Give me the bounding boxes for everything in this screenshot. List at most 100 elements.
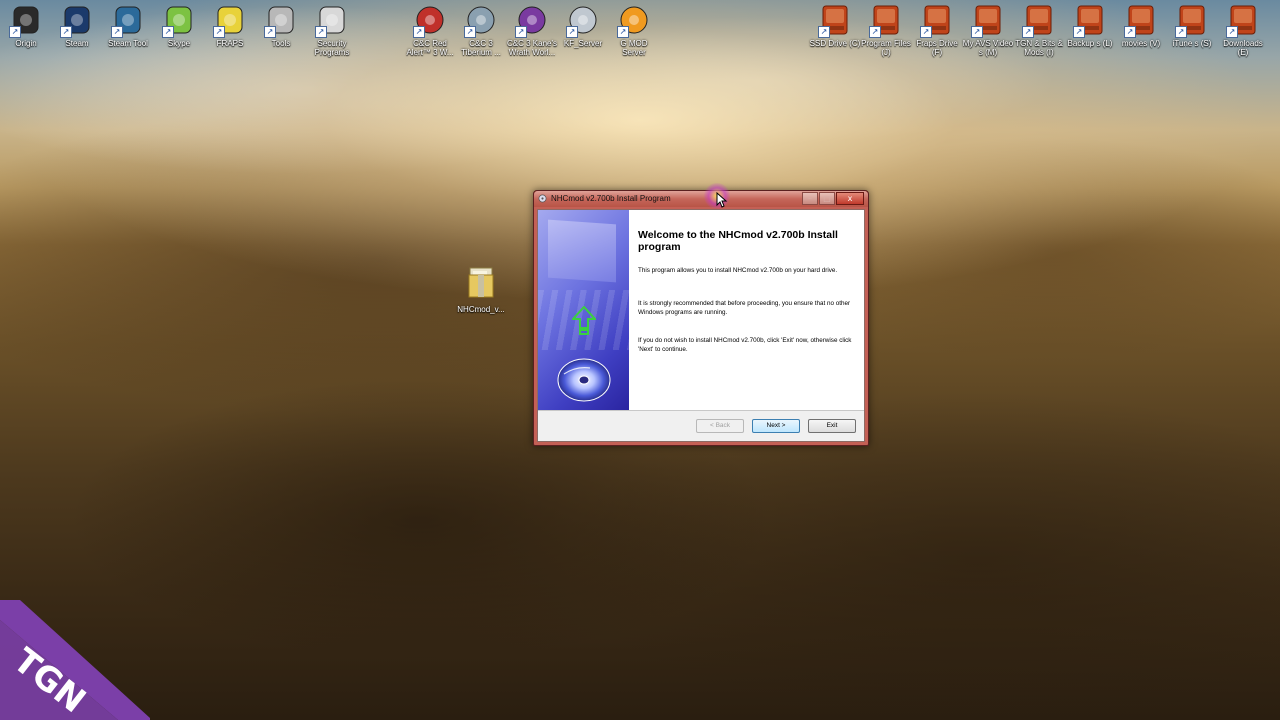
minimize-icon: – xyxy=(808,194,812,203)
desktop-shortcut[interactable]: ↗ G MOD Server xyxy=(608,4,660,57)
close-icon: x xyxy=(847,194,853,203)
desktop-shortcut[interactable]: ↗ SSD Drive (C) xyxy=(809,4,861,48)
desktop-shortcut-label: C&C 3 Kane's Wrath Worl... xyxy=(507,39,557,57)
wizard-side-image xyxy=(538,210,629,410)
desktop-shortcut[interactable]: ↗ KF_Server xyxy=(557,4,609,48)
shortcut-arrow-icon: ↗ xyxy=(464,26,476,38)
shortcut-arrow-icon: ↗ xyxy=(1022,26,1034,38)
shortcut-arrow-icon: ↗ xyxy=(566,26,578,38)
desktop-shortcut-label: My AVS Video s (M) xyxy=(962,39,1014,57)
maximize-icon: □ xyxy=(823,194,831,203)
desktop-shortcut[interactable]: ↗ TGN & Bits & Mods (I) xyxy=(1013,4,1065,57)
shortcut-arrow-icon: ↗ xyxy=(869,26,881,38)
welcome-heading: Welcome to the NHCmod v2.700b Install pr… xyxy=(638,229,838,253)
desktop-shortcut[interactable]: ↗ movies (V) xyxy=(1115,4,1167,48)
desktop-shortcut[interactable]: ↗ Downloads (E) xyxy=(1217,4,1269,57)
desktop-shortcut-label: iTune s (S) xyxy=(1172,39,1212,48)
shortcut-arrow-icon: ↗ xyxy=(1073,26,1085,38)
title-bar[interactable]: NHCmod v2.700b Install Program – □ x xyxy=(534,191,868,207)
lock-icon: ↗ xyxy=(315,4,349,38)
shortcut-arrow-icon: ↗ xyxy=(818,26,830,38)
desktop-shortcut[interactable]: ↗ Backup s (L) xyxy=(1064,4,1116,48)
maximize-button[interactable]: □ xyxy=(819,192,835,205)
server-icon: ↗ xyxy=(566,4,600,38)
shortcut-arrow-icon: ↗ xyxy=(9,26,21,38)
desktop-shortcut-label: Backup s (L) xyxy=(1067,39,1113,48)
desktop-shortcut-label: Downloads (E) xyxy=(1223,39,1263,57)
shortcut-arrow-icon: ↗ xyxy=(162,26,174,38)
desktop-shortcut-label: Steam xyxy=(65,39,89,48)
shortcut-arrow-icon: ↗ xyxy=(315,26,327,38)
desktop-shortcut[interactable]: ↗ iTune s (S) xyxy=(1166,4,1218,48)
desktop-shortcut[interactable]: ↗ FRAPS xyxy=(204,4,256,48)
minimize-button[interactable]: – xyxy=(802,192,818,205)
monitor-graphic xyxy=(548,219,616,283)
steam-icon: ↗ xyxy=(60,4,94,38)
intro-paragraph: This program allows you to install NHCmo… xyxy=(638,267,838,274)
close-button[interactable]: x xyxy=(836,192,864,205)
skype-icon: ↗ xyxy=(162,4,196,38)
shortcut-arrow-icon: ↗ xyxy=(515,26,527,38)
tiberium-icon: ↗ xyxy=(464,4,498,38)
drive-icon: ↗ xyxy=(1175,4,1209,38)
desktop-shortcut[interactable]: ↗ My AVS Video s (M) xyxy=(962,4,1014,57)
desktop-shortcut[interactable]: ↗ Tools xyxy=(255,4,307,48)
desktop-shortcut[interactable]: ↗ C&C 3 Tiberium ... xyxy=(455,4,507,57)
fraps-icon: ↗ xyxy=(213,4,247,38)
tools-icon: ↗ xyxy=(264,4,298,38)
app-icon xyxy=(538,194,547,203)
tgn-watermark: TGN xyxy=(0,600,150,720)
folder-icon xyxy=(468,267,494,298)
back-button[interactable]: < Back xyxy=(696,419,744,433)
exit-button[interactable]: Exit xyxy=(808,419,856,433)
drive-icon: ↗ xyxy=(1073,4,1107,38)
cd-disc-icon xyxy=(557,358,611,402)
desktop-shortcut-label: Tools xyxy=(271,39,291,48)
desktop-shortcut[interactable]: ↗ Security Programs xyxy=(306,4,358,57)
shortcut-arrow-icon: ↗ xyxy=(1226,26,1238,38)
drive-icon: ↗ xyxy=(1124,4,1158,38)
desktop-shortcut-label: TGN & Bits & Mods (I) xyxy=(1015,39,1063,57)
drive-icon: ↗ xyxy=(818,4,852,38)
shortcut-arrow-icon: ↗ xyxy=(617,26,629,38)
next-button[interactable]: Next > xyxy=(752,419,800,433)
desktop-shortcut-label: C&C Red Alert™ 3 W... xyxy=(406,39,454,57)
instruction-paragraph: If you do not wish to install NHCmod v2.… xyxy=(638,337,852,353)
mouse-pointer-icon xyxy=(716,192,728,208)
desktop-shortcut-label: Security Programs xyxy=(314,39,350,57)
installer-window: NHCmod v2.700b Install Program – □ x Wel… xyxy=(533,190,869,446)
desktop-shortcut[interactable]: ↗ Skype xyxy=(153,4,205,48)
shortcut-arrow-icon: ↗ xyxy=(60,26,72,38)
desktop-shortcut-label: FRAPS xyxy=(216,39,244,48)
desktop-shortcut-label: Steam Tool xyxy=(108,39,148,48)
shortcut-arrow-icon: ↗ xyxy=(413,26,425,38)
desktop-shortcut[interactable]: ↗ C&C Red Alert™ 3 W... xyxy=(404,4,456,57)
desktop-shortcut[interactable]: ↗ Fraps Drive (F) xyxy=(911,4,963,57)
shortcut-arrow-icon: ↗ xyxy=(971,26,983,38)
desktop-folder[interactable]: NHCmod_v... xyxy=(455,265,507,314)
desktop-shortcut[interactable]: ↗ Origin xyxy=(0,4,52,48)
warning-paragraph: It is strongly recommended that before p… xyxy=(638,300,851,316)
shortcut-arrow-icon: ↗ xyxy=(111,26,123,38)
drive-icon: ↗ xyxy=(1022,4,1056,38)
desktop-shortcut[interactable]: ↗ Steam xyxy=(51,4,103,48)
desktop-shortcut-label: Program Files (J) xyxy=(861,39,911,57)
desktop-shortcut[interactable]: ↗ Program Files (J) xyxy=(860,4,912,57)
drive-icon: ↗ xyxy=(1226,4,1260,38)
half-life-icon: ↗ xyxy=(617,4,651,38)
desktop-shortcut-label: movies (V) xyxy=(1121,39,1161,48)
drive-icon: ↗ xyxy=(971,4,1005,38)
desktop-shortcut[interactable]: ↗ C&C 3 Kane's Wrath Worl... xyxy=(506,4,558,57)
shortcut-arrow-icon: ↗ xyxy=(213,26,225,38)
wizard-footer: < Back Next > Exit xyxy=(538,410,864,441)
shortcut-arrow-icon: ↗ xyxy=(1124,26,1136,38)
drive-icon: ↗ xyxy=(920,4,954,38)
desktop-shortcut-label: C&C 3 Tiberium ... xyxy=(461,39,501,57)
shortcut-arrow-icon: ↗ xyxy=(264,26,276,38)
red-alert-icon: ↗ xyxy=(413,4,447,38)
desktop-shortcut[interactable]: ↗ Steam Tool xyxy=(102,4,154,48)
shortcut-arrow-icon: ↗ xyxy=(920,26,932,38)
window-controls: – □ x xyxy=(801,192,864,205)
window-title: NHCmod v2.700b Install Program xyxy=(551,194,671,203)
drive-icon: ↗ xyxy=(869,4,903,38)
